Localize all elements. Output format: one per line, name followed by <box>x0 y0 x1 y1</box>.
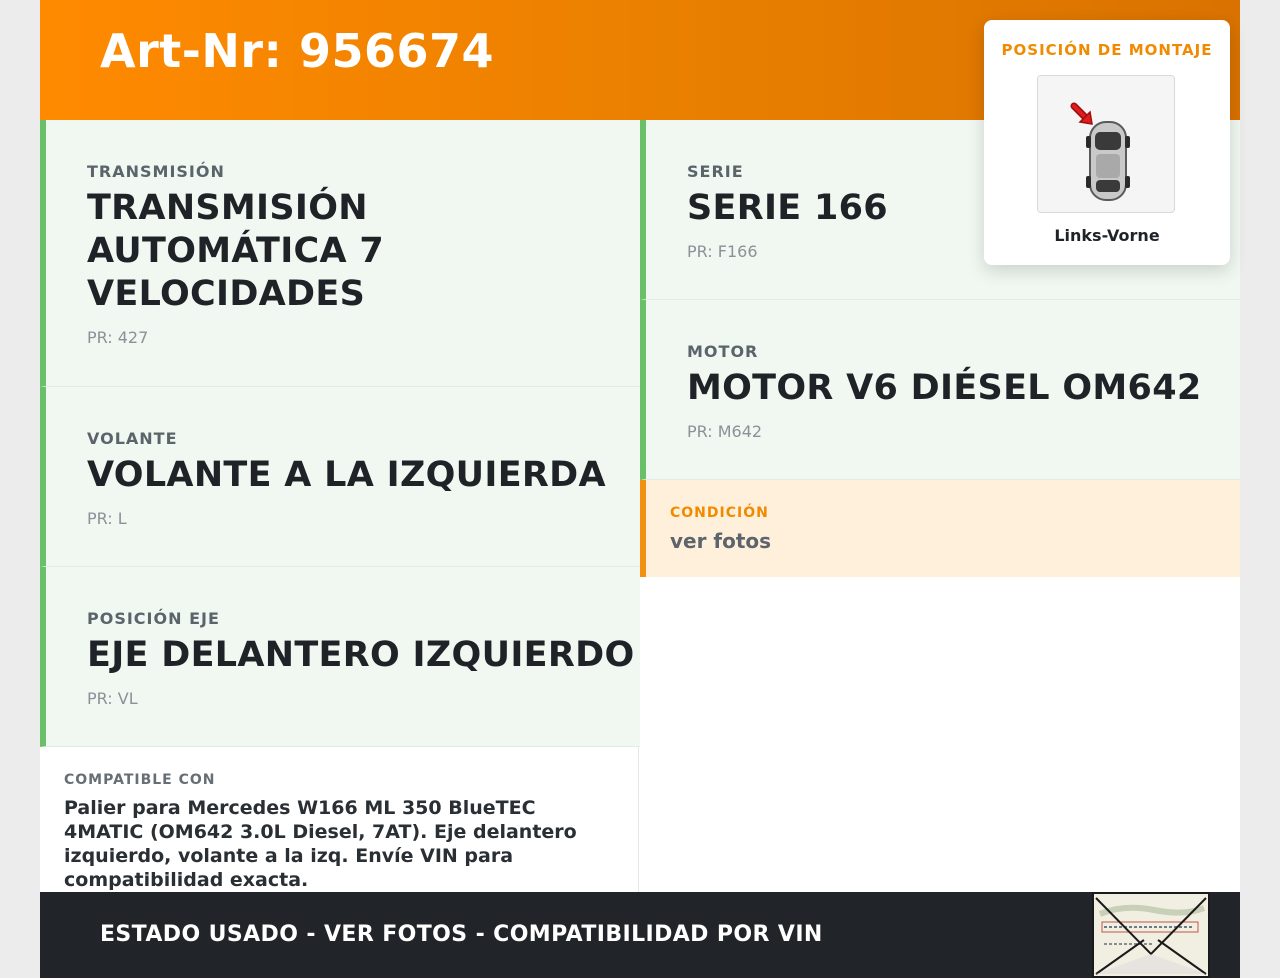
compatibility-label: COMPATIBLE CON <box>64 772 216 788</box>
envelope-document-icon <box>1094 894 1208 976</box>
spec-value: MOTOR V6 DIÉSEL OM642 <box>687 368 1202 408</box>
condition-box: CONDICIÓN ver fotos <box>640 480 1240 577</box>
document-photo-thumbnail[interactable] <box>1092 892 1210 978</box>
mounting-position-card: POSICIÓN DE MONTAJE Links-Vorne <box>984 20 1230 265</box>
spec-value: EJE DELANTERO IZQUIERDO <box>87 635 635 675</box>
footer-text: ESTADO USADO - VER FOTOS - COMPATIBILIDA… <box>100 922 823 947</box>
spec-pr-code: PR: L <box>87 509 127 528</box>
condition-label: CONDICIÓN <box>670 505 769 521</box>
mounting-title: POSICIÓN DE MONTAJE <box>1001 41 1213 59</box>
spec-label: TRANSMISIÓN <box>87 162 225 181</box>
car-top-view-icon <box>1037 75 1175 213</box>
compatibility-box: COMPATIBLE CON Palier para Mercedes W166… <box>40 747 639 892</box>
spec-pr-code: PR: VL <box>87 689 138 708</box>
spec-pr-code: PR: 427 <box>87 328 149 347</box>
spec-label: POSICIÓN EJE <box>87 609 220 628</box>
article-number: Art-Nr: 956674 <box>100 24 495 78</box>
spec-label: MOTOR <box>687 342 759 361</box>
condition-value: ver fotos <box>670 529 772 553</box>
footer-bar: ESTADO USADO - VER FOTOS - COMPATIBILIDA… <box>40 892 1240 978</box>
arrow-front-left-icon <box>1070 102 1093 125</box>
spec-transmission: TRANSMISIÓN TRANSMISIÓN AUTOMÁTICA 7 VEL… <box>40 120 640 387</box>
spec-axle-position: POSICIÓN EJE EJE DELANTERO IZQUIERDO PR:… <box>40 567 640 747</box>
spec-label: VOLANTE <box>87 429 178 448</box>
mounting-caption: Links-Vorne <box>1054 226 1160 245</box>
spec-value: VOLANTE A LA IZQUIERDA <box>87 455 606 495</box>
spec-value: TRANSMISIÓN AUTOMÁTICA 7 VELOCIDADES <box>87 188 385 314</box>
spec-engine: MOTOR MOTOR V6 DIÉSEL OM642 PR: M642 <box>640 300 1240 480</box>
spec-pr-code: PR: M642 <box>687 422 763 441</box>
spec-steering: VOLANTE VOLANTE A LA IZQUIERDA PR: L <box>40 387 640 567</box>
compatibility-text: Palier para Mercedes W166 ML 350 BlueTEC… <box>64 797 577 891</box>
